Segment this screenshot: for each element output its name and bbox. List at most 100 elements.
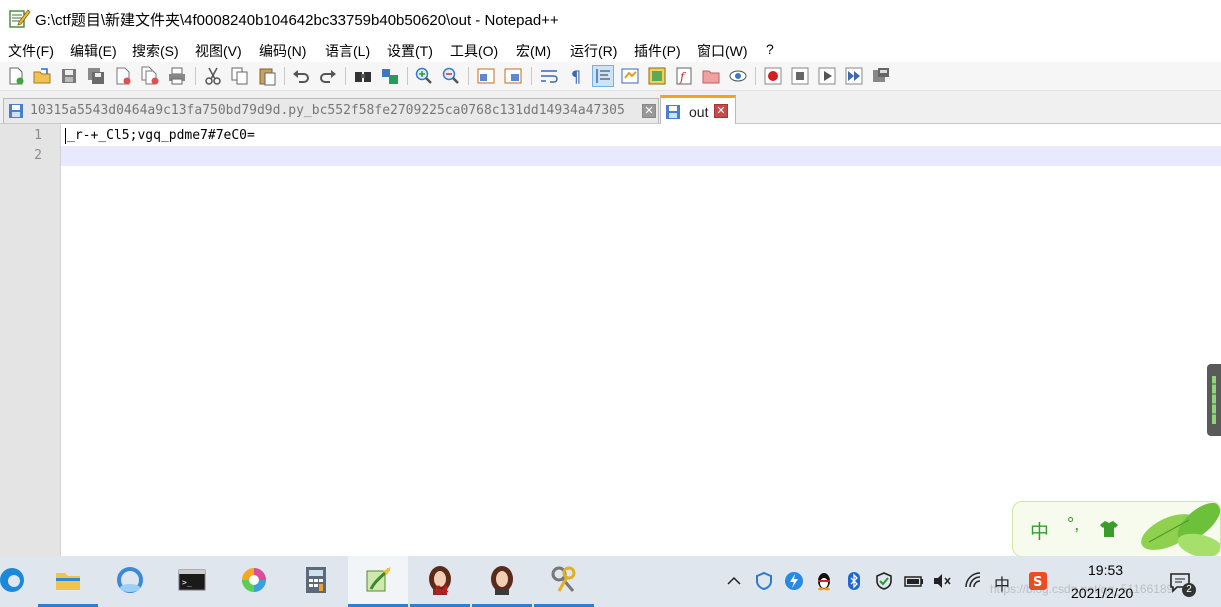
- redo-icon[interactable]: [318, 66, 338, 86]
- wifi-icon[interactable]: [964, 571, 984, 591]
- folder-workspace-icon[interactable]: [701, 66, 721, 86]
- notification-count-badge: 2: [1182, 583, 1196, 597]
- window-title: G:\ctf题目\新建文件夹\4f0008240b104642bc33759b4…: [35, 12, 559, 29]
- save-all-icon[interactable]: [86, 66, 106, 86]
- svg-text:¶: ¶: [571, 67, 581, 86]
- file-explorer-icon[interactable]: [38, 556, 98, 607]
- menu-encoding[interactable]: 编码(N): [259, 41, 306, 61]
- tool-keys-icon[interactable]: [534, 556, 594, 607]
- new-file-icon[interactable]: [6, 66, 26, 86]
- toolbar-separator: [468, 67, 469, 85]
- doc-map-icon[interactable]: [647, 66, 667, 86]
- menu-language[interactable]: 语言(L): [325, 41, 370, 61]
- word-wrap-icon[interactable]: [539, 66, 559, 86]
- zoom-out-icon[interactable]: [441, 66, 461, 86]
- replace-icon[interactable]: [380, 66, 400, 86]
- record-macro-icon[interactable]: [763, 66, 783, 86]
- qq-penguin-icon[interactable]: [814, 571, 834, 591]
- paste-icon[interactable]: [257, 66, 277, 86]
- notepadpp-icon[interactable]: [348, 556, 408, 607]
- save-macro-icon[interactable]: [871, 66, 891, 86]
- cut-icon[interactable]: [203, 66, 223, 86]
- tab-strip: 10315a5543d0464a9c13fa750bd79d9d.py_bc55…: [0, 91, 1221, 126]
- save-disk-icon: [8, 103, 24, 119]
- tab-label: out: [689, 104, 709, 120]
- menu-window[interactable]: 窗口(W): [697, 41, 748, 61]
- volume-muted-icon[interactable]: [932, 571, 952, 591]
- copy-icon[interactable]: [230, 66, 250, 86]
- terminal-icon[interactable]: >_: [162, 556, 222, 607]
- sync-vertical-icon[interactable]: [476, 66, 496, 86]
- toolbar-separator: [407, 67, 408, 85]
- toolbar-separator: [345, 67, 346, 85]
- calculator-icon[interactable]: [286, 556, 346, 607]
- menu-bar: 文件(F) 编辑(E) 搜索(S) 视图(V) 编码(N) 语言(L) 设置(T…: [0, 38, 1221, 62]
- tab-label: 10315a5543d0464a9c13fa750bd79d9d.py_bc55…: [30, 103, 625, 118]
- zoom-in-icon[interactable]: [414, 66, 434, 86]
- skin-shirt-icon[interactable]: [1099, 520, 1119, 538]
- menu-help[interactable]: ?: [766, 41, 774, 57]
- indent-guide-icon[interactable]: [592, 65, 614, 87]
- monitoring-icon[interactable]: [728, 66, 748, 86]
- clock-time[interactable]: 19:53: [1088, 562, 1123, 578]
- battery-icon[interactable]: [904, 571, 924, 591]
- print-icon[interactable]: [167, 66, 187, 86]
- side-widget-handle[interactable]: [1207, 364, 1221, 436]
- bluetooth-icon[interactable]: [844, 571, 864, 591]
- text-editor[interactable]: 1 2 _r-+_Cl5;vgq_pdme7#7eC0=: [0, 124, 1221, 556]
- menu-settings[interactable]: 设置(T): [387, 41, 433, 61]
- menu-macro[interactable]: 宏(M): [516, 41, 551, 61]
- edge-icon[interactable]: [0, 556, 42, 607]
- menu-plugins[interactable]: 插件(P): [634, 41, 681, 61]
- toolbar-separator: [195, 67, 196, 85]
- text-caret: [65, 128, 66, 144]
- ime-mode-toggle[interactable]: 中: [1030, 517, 1049, 544]
- photos-icon[interactable]: [224, 556, 284, 607]
- toolbar-separator: [531, 67, 532, 85]
- show-all-chars-icon[interactable]: ¶: [566, 66, 586, 86]
- udl-icon[interactable]: [620, 66, 640, 86]
- ime-status-bar[interactable]: 中 °,: [1012, 501, 1221, 557]
- run-macro-multiple-icon[interactable]: [844, 66, 864, 86]
- tab-python-file[interactable]: 10315a5543d0464a9c13fa750bd79d9d.py_bc55…: [3, 98, 659, 123]
- clock-date[interactable]: 2021/2/20: [1071, 585, 1133, 601]
- save-disk-icon: [665, 104, 681, 120]
- leaf-decoration-icon: [1129, 502, 1220, 556]
- menu-view[interactable]: 视图(V): [195, 41, 242, 61]
- cortana-icon[interactable]: [100, 556, 160, 607]
- shield-security-icon[interactable]: [754, 571, 774, 591]
- svg-text:>_: >_: [182, 578, 192, 587]
- save-icon[interactable]: [59, 66, 79, 86]
- app-portrait-icon[interactable]: 64: [410, 556, 470, 607]
- close-all-icon[interactable]: [140, 66, 160, 86]
- ime-punctuation-toggle[interactable]: °,: [1067, 514, 1079, 535]
- find-icon[interactable]: [353, 66, 373, 86]
- toolbar-separator: [755, 67, 756, 85]
- code-line[interactable]: _r-+_Cl5;vgq_pdme7#7eC0=: [67, 128, 255, 143]
- menu-search[interactable]: 搜索(S): [132, 41, 179, 61]
- menu-run[interactable]: 运行(R): [570, 41, 617, 61]
- windows-security-icon[interactable]: [874, 571, 894, 591]
- stop-record-icon[interactable]: [790, 66, 810, 86]
- menu-tools[interactable]: 工具(O): [450, 41, 498, 61]
- close-icon[interactable]: [113, 66, 133, 86]
- tab-close-icon[interactable]: ✕: [642, 104, 656, 118]
- line-number: 2: [34, 148, 42, 163]
- menu-file[interactable]: 文件(F): [8, 41, 54, 61]
- chevron-up-icon[interactable]: [724, 571, 744, 591]
- sync-horizontal-icon[interactable]: [503, 66, 523, 86]
- notepadpp-app-icon: [9, 8, 31, 28]
- lightning-app-icon[interactable]: [784, 571, 804, 591]
- line-number-gutter: 1 2: [0, 124, 61, 556]
- line-number: 1: [34, 128, 42, 143]
- play-macro-icon[interactable]: [817, 66, 837, 86]
- undo-icon[interactable]: [291, 66, 311, 86]
- tab-close-icon[interactable]: ✕: [714, 104, 728, 118]
- app-portrait-2-icon[interactable]: [472, 556, 532, 607]
- function-list-icon[interactable]: f: [674, 66, 694, 86]
- menu-edit[interactable]: 编辑(E): [70, 41, 117, 61]
- tab-out[interactable]: out ✕: [660, 95, 736, 126]
- current-line-highlight: [61, 146, 1221, 166]
- open-file-icon[interactable]: [32, 66, 52, 86]
- app-badge: 64: [435, 583, 449, 597]
